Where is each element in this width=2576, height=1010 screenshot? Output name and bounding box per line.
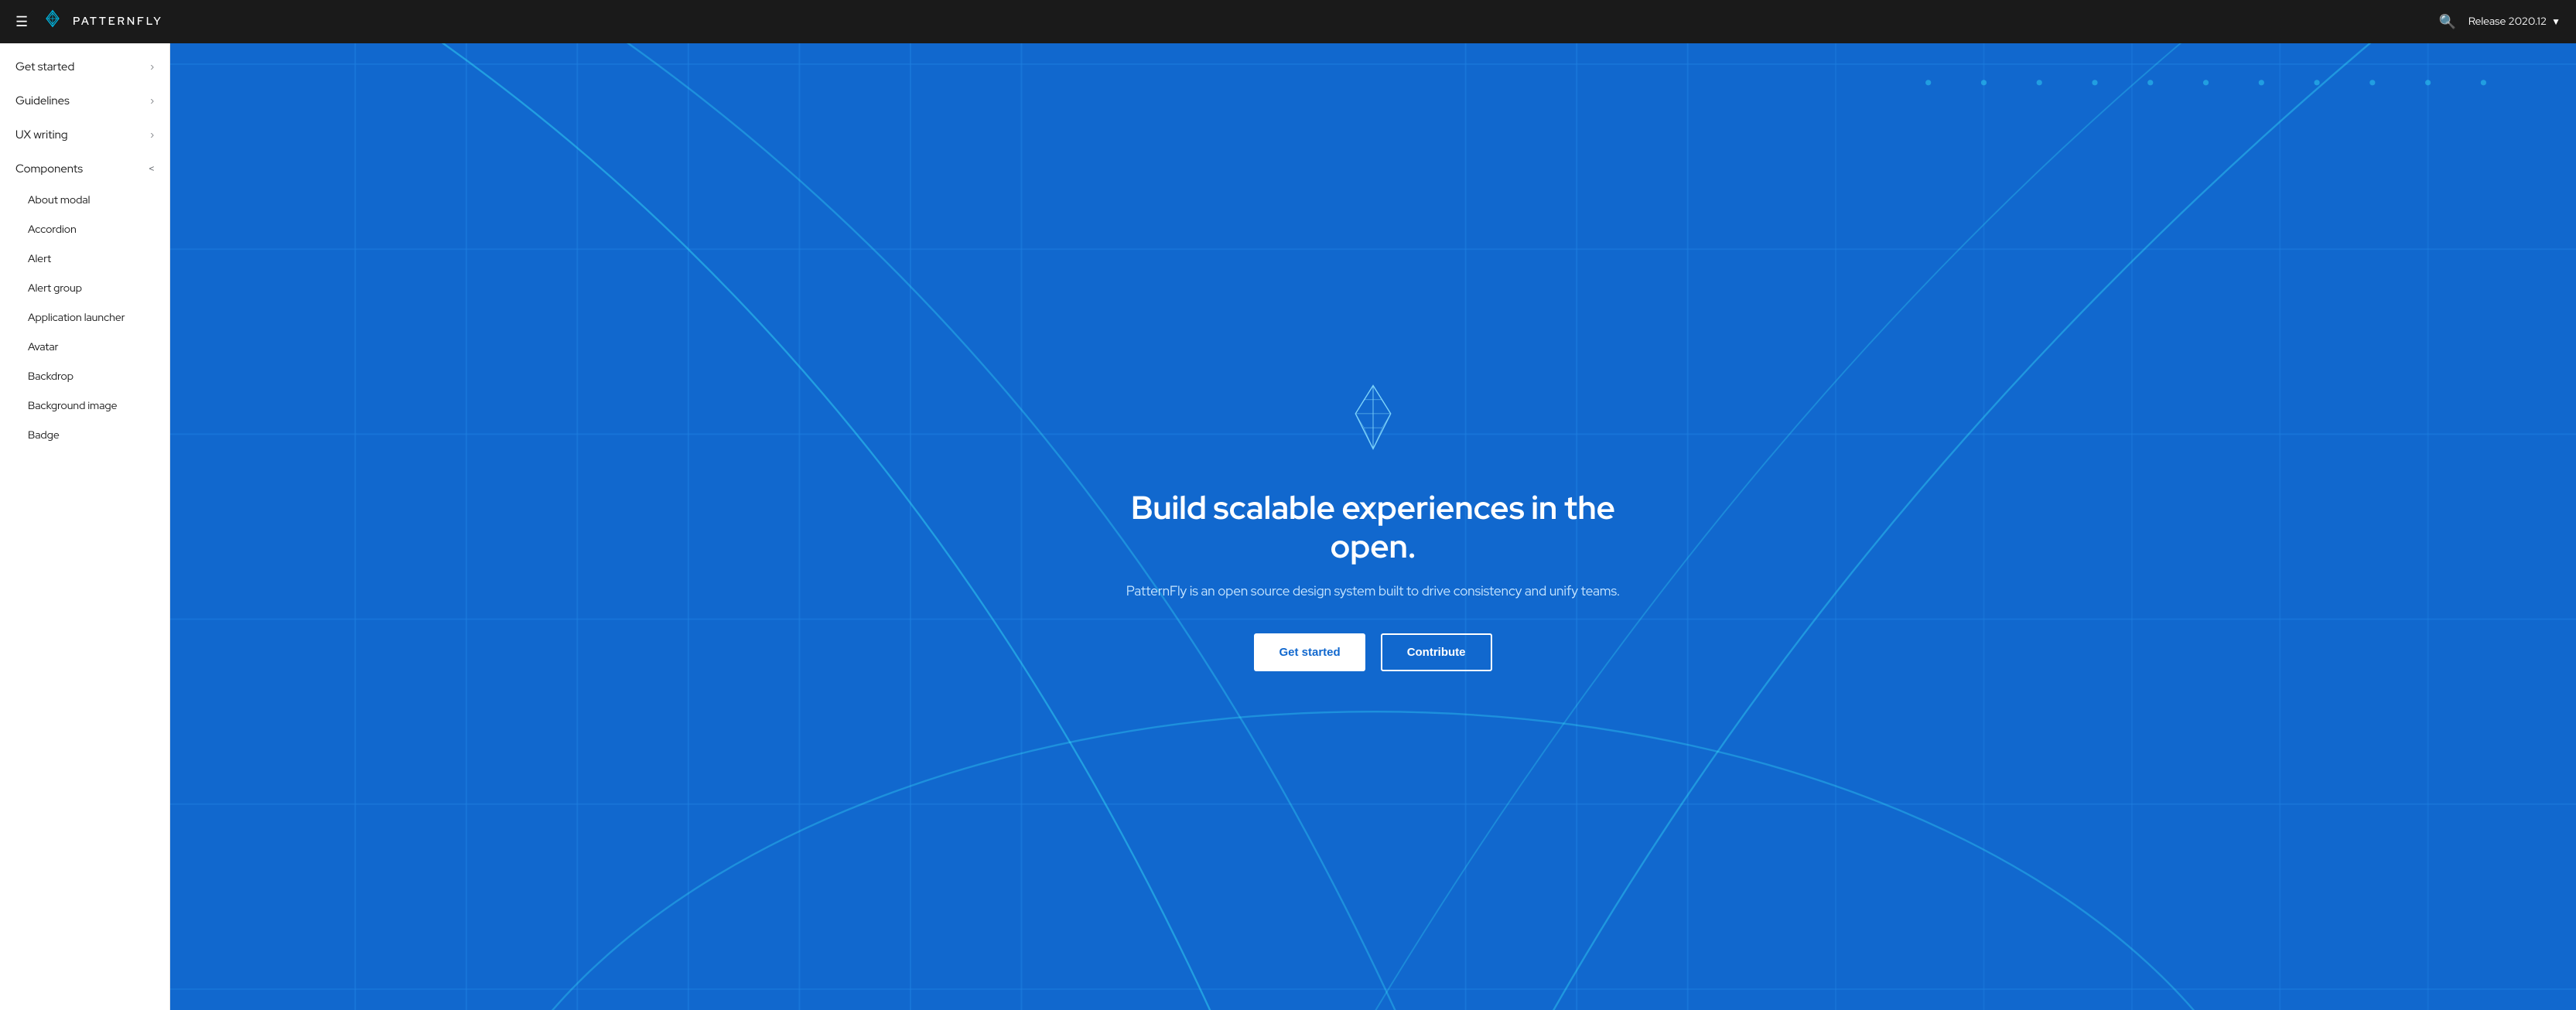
hero-logo: [1118, 382, 1628, 463]
sidebar-sub-item-avatar[interactable]: Avatar: [0, 333, 169, 362]
sidebar-sub-item-accordion[interactable]: Accordion: [0, 215, 169, 244]
chevron-right-icon: ›: [150, 128, 154, 141]
components-sub-items: About modal Accordion Alert Alert group …: [0, 186, 169, 450]
sidebar-sub-item-backdrop[interactable]: Backdrop: [0, 362, 169, 391]
hero-subtitle: PatternFly is an open source design syst…: [1118, 582, 1628, 602]
sidebar-item-get-started[interactable]: Get started ›: [0, 49, 169, 84]
chevron-right-icon: ›: [150, 60, 154, 73]
sidebar-sub-item-application-launcher[interactable]: Application launcher: [0, 303, 169, 333]
hero-section: Build scalable experiences in the open. …: [170, 43, 2576, 1010]
chevron-down-icon: ▼: [2551, 15, 2561, 28]
topnav-right: 🔍 Release 2020.12 ▼: [2438, 13, 2561, 31]
sidebar-item-guidelines[interactable]: Guidelines ›: [0, 84, 169, 118]
sidebar-item-label: Components: [15, 161, 83, 176]
hero-buttons: Get started Contribute: [1118, 633, 1628, 671]
hero-content: Build scalable experiences in the open. …: [1102, 351, 1644, 702]
sidebar-item-ux-writing[interactable]: UX writing ›: [0, 118, 169, 152]
sidebar-item-label: Guidelines: [15, 93, 70, 108]
main-content: Build scalable experiences in the open. …: [170, 43, 2576, 1010]
logo[interactable]: PATTERNFLY: [40, 9, 163, 34]
sidebar-item-components[interactable]: Components ˅: [0, 152, 169, 186]
release-label: Release 2020.12: [2468, 15, 2547, 29]
sidebar-item-label: UX writing: [15, 127, 68, 142]
topnav: ☰ PATTERNFLY 🔍 Release 2020.12 ▼: [0, 0, 2576, 43]
sidebar-item-label: Get started: [15, 59, 74, 74]
sidebar: Get started › Guidelines › UX writing › …: [0, 43, 170, 1010]
sidebar-sub-item-about-modal[interactable]: About modal: [0, 186, 169, 215]
patternfly-logo-icon: [40, 9, 65, 34]
layout: Get started › Guidelines › UX writing › …: [0, 0, 2576, 1010]
release-selector[interactable]: Release 2020.12 ▼: [2468, 15, 2561, 29]
logo-text: PATTERNFLY: [73, 15, 163, 29]
sidebar-sub-item-badge[interactable]: Badge: [0, 421, 169, 450]
hamburger-icon[interactable]: ☰: [15, 13, 28, 31]
search-icon[interactable]: 🔍: [2438, 13, 2455, 31]
chevron-down-icon: ˅: [145, 165, 157, 171]
sidebar-sub-item-background-image[interactable]: Background image: [0, 391, 169, 421]
get-started-button[interactable]: Get started: [1254, 633, 1365, 671]
chevron-right-icon: ›: [150, 94, 154, 107]
sidebar-sub-item-alert-group[interactable]: Alert group: [0, 274, 169, 303]
sidebar-sub-item-alert[interactable]: Alert: [0, 244, 169, 274]
contribute-button[interactable]: Contribute: [1381, 633, 1492, 671]
hero-title: Build scalable experiences in the open.: [1118, 488, 1628, 566]
